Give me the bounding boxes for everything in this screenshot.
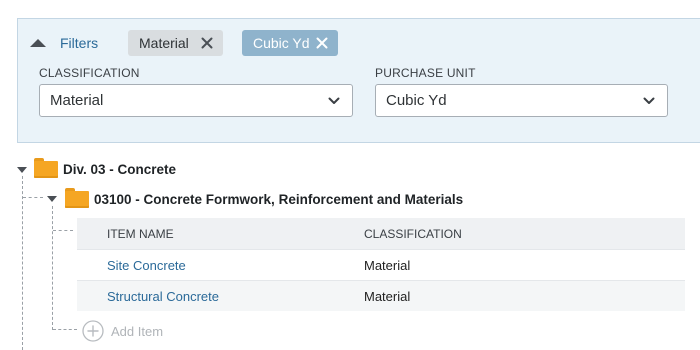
filter-panel: Filters Material Cubic Yd CLASSIFICATION… xyxy=(17,18,700,143)
classification-select-value: Material xyxy=(50,92,104,109)
purchase-unit-label: PURCHASE UNIT xyxy=(375,66,476,80)
close-icon[interactable] xyxy=(201,37,213,49)
classification-label: CLASSIFICATION xyxy=(39,66,140,80)
chevron-down-icon xyxy=(328,97,340,105)
classification-select[interactable]: Material xyxy=(39,84,353,117)
expand-triangle-icon[interactable] xyxy=(47,196,57,202)
add-item-button[interactable]: Add Item xyxy=(82,320,163,342)
filter-chip-material[interactable]: Material xyxy=(128,30,223,56)
tree-connector-line xyxy=(52,206,53,330)
filter-chip-cubic-yd[interactable]: Cubic Yd xyxy=(242,30,338,56)
items-table: ITEM NAME CLASSIFICATION Site Concrete M… xyxy=(77,218,685,311)
tree-node-section[interactable]: 03100 - Concrete Formwork, Reinforcement… xyxy=(94,192,463,207)
folder-icon xyxy=(65,188,89,208)
item-name-link[interactable]: Site Concrete xyxy=(107,258,186,273)
table-header-row: ITEM NAME CLASSIFICATION xyxy=(77,218,685,249)
tree-connector-line xyxy=(53,230,73,231)
chevron-down-icon xyxy=(643,97,655,105)
folder-icon xyxy=(34,158,58,178)
item-name-link[interactable]: Structural Concrete xyxy=(107,289,219,304)
table-row[interactable]: Structural Concrete Material xyxy=(77,280,685,311)
close-icon[interactable] xyxy=(316,37,328,49)
expand-triangle-icon[interactable] xyxy=(17,167,27,173)
tree-node-division[interactable]: Div. 03 - Concrete xyxy=(63,162,176,177)
purchase-unit-select[interactable]: Cubic Yd xyxy=(375,84,668,117)
filters-toggle[interactable]: Filters xyxy=(30,33,98,53)
plus-circle-icon[interactable] xyxy=(82,320,104,342)
tree-connector-line xyxy=(23,197,43,198)
tree-connector-line xyxy=(53,329,77,330)
tree-connector-line xyxy=(22,176,23,350)
filter-chip-label: Material xyxy=(139,35,189,51)
filter-chip-label: Cubic Yd xyxy=(253,35,310,51)
column-header-item-name[interactable]: ITEM NAME xyxy=(107,227,174,241)
item-classification: Material xyxy=(364,257,411,273)
column-header-classification[interactable]: CLASSIFICATION xyxy=(364,227,462,241)
filters-toggle-label[interactable]: Filters xyxy=(60,35,98,51)
add-item-label[interactable]: Add Item xyxy=(111,324,163,339)
item-classification: Material xyxy=(364,288,411,304)
table-row[interactable]: Site Concrete Material xyxy=(77,249,685,280)
collapse-triangle-icon[interactable] xyxy=(30,39,46,47)
purchase-unit-select-value: Cubic Yd xyxy=(386,92,447,109)
